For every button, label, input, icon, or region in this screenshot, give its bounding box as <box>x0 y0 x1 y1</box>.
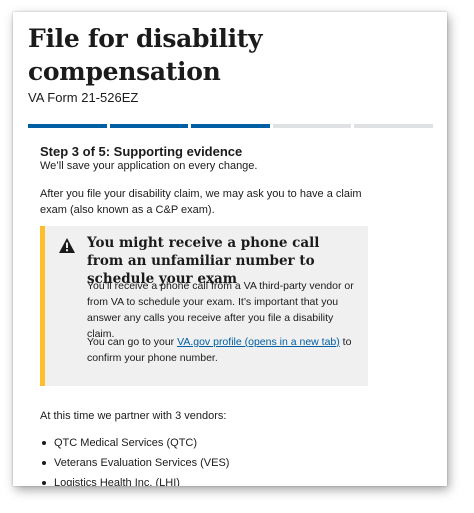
page-title: File for disability compensation <box>28 24 263 86</box>
form-number: VA Form 21-526EZ <box>28 90 139 105</box>
va-profile-link[interactable]: VA.gov profile (opens in a new tab) <box>177 336 340 348</box>
warning-icon <box>59 238 75 253</box>
alert-profile-note: You can go to your VA.gov profile (opens… <box>87 334 355 366</box>
partners-intro: At this time we partner with 3 vendors: <box>40 410 227 422</box>
alert-profile-prefix: You can go to your <box>87 336 178 348</box>
vendor-list: QTC Medical Services (QTC) Veterans Eval… <box>40 433 229 486</box>
step-panel: Step 3 of 5: Supporting evidence We’ll s… <box>28 130 433 486</box>
progress-segment-3 <box>191 124 270 128</box>
list-item: Veterans Evaluation Services (VES) <box>40 453 229 473</box>
warning-alert: You might receive a phone call from an u… <box>40 226 368 386</box>
alert-body: You’ll receive a phone call from a VA th… <box>87 280 354 340</box>
list-item: Logistics Health Inc. (LHI) <box>40 473 229 486</box>
list-item: QTC Medical Services (QTC) <box>40 433 229 453</box>
progress-segment-5 <box>354 124 433 128</box>
progress-segment-2 <box>109 124 189 128</box>
step-heading: Step 3 of 5: Supporting evidence <box>40 144 243 159</box>
progress-segment-1 <box>28 124 107 128</box>
progress-bar <box>28 124 433 128</box>
form-card: File for disability compensation VA Form… <box>13 12 447 486</box>
save-note: We’ll save your application on every cha… <box>40 160 258 172</box>
progress-segment-4 <box>272 124 352 128</box>
claim-exam-intro: After you file your disability claim, we… <box>40 188 362 216</box>
